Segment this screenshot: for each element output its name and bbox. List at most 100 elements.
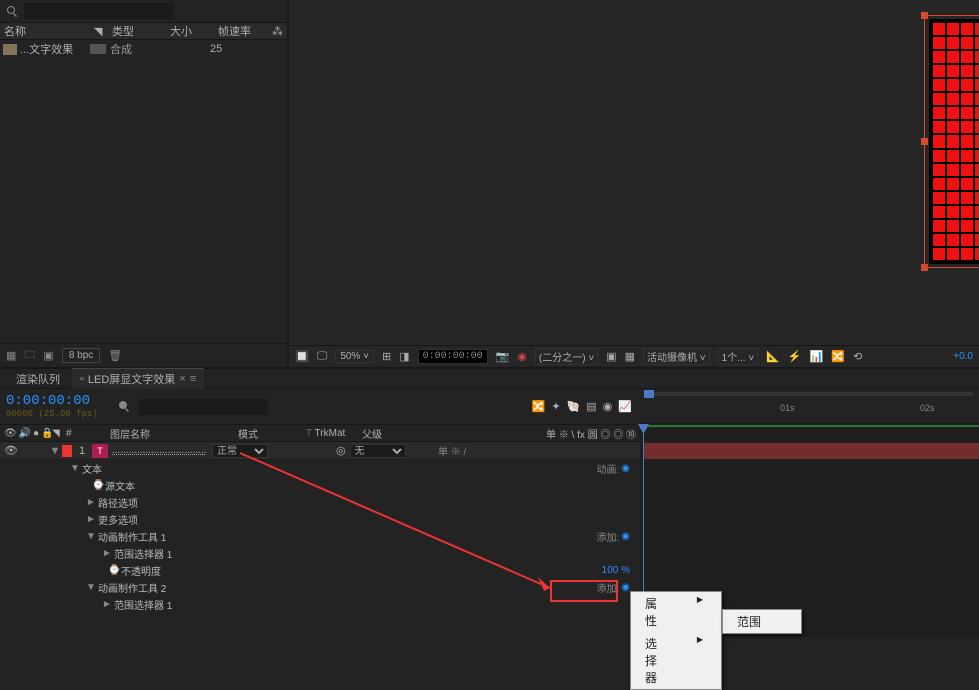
panel-menu-icon[interactable]: ⁂ [268, 25, 287, 38]
reset-exposure-icon[interactable]: ⟲ [853, 350, 862, 363]
col-size[interactable]: 大小 [166, 23, 214, 39]
exposure-value[interactable]: +0.0 [953, 351, 973, 362]
twirl-icon[interactable]: ► [100, 548, 114, 559]
col-name[interactable]: 名称 [0, 23, 90, 39]
hide-shy-icon[interactable]: 🐚 [567, 400, 581, 413]
twirl-icon[interactable]: ▼ [84, 531, 98, 542]
speaker-column-icon[interactable]: 🔊 [19, 428, 31, 439]
snapshot-icon[interactable]: 📷 [496, 350, 510, 363]
prop-text-group[interactable]: ▼ 文本 动画:◉ [0, 460, 640, 477]
prop-source-text[interactable]: ⌚ 源文本 [0, 477, 640, 494]
transparency-grid-icon[interactable]: ▦ [625, 350, 635, 363]
prop-range-selector-1[interactable]: ► 范围选择器 1 [0, 545, 640, 562]
layer-name[interactable]: .................................. [108, 445, 212, 456]
new-comp-icon[interactable]: ▣ [43, 349, 53, 362]
item-label[interactable] [90, 44, 106, 54]
prop-animator-2[interactable]: ▼ 动画制作工具 2 添加:◉ [0, 579, 640, 596]
search-icon [6, 5, 18, 17]
scale-handle[interactable] [921, 264, 928, 271]
text-layer-icon: T [92, 444, 108, 458]
time-ruler[interactable]: 01s 02s [640, 389, 979, 424]
project-item-row[interactable]: ...文字效果 合成 25 [0, 40, 287, 58]
comp-mini-flowchart-icon[interactable]: 🔀 [532, 400, 546, 413]
motion-blur-icon[interactable]: ◉ [603, 400, 613, 413]
work-area-handle[interactable] [644, 390, 654, 398]
mask-toggle-icon[interactable]: ◨ [399, 350, 409, 363]
add-menu-icon[interactable]: ◉ [621, 582, 630, 593]
twirl-icon[interactable]: ► [84, 514, 98, 525]
interpret-icon[interactable]: ▦ [6, 349, 16, 362]
layer-switches[interactable]: 单 ※ / [438, 443, 466, 458]
graph-editor-icon[interactable]: 📈 [618, 400, 632, 413]
flowchart-icon[interactable]: 🔀 [831, 350, 845, 363]
timecode-display[interactable]: 0:00:00:00 00000 (25.00 fps) [0, 389, 112, 424]
layer-label-color[interactable] [62, 445, 72, 457]
camera-dropdown[interactable]: 活动摄像机 ˅ [643, 348, 710, 365]
parent-dropdown[interactable]: 无 [350, 444, 406, 458]
close-icon[interactable]: × [179, 373, 185, 385]
layer-row-1[interactable]: 👁 ▼ 1 T ................................… [0, 442, 640, 460]
visibility-toggle[interactable]: 👁 [4, 444, 18, 457]
safe-zones-icon[interactable]: ⊞ [382, 350, 391, 363]
col-tag[interactable]: ◥ [90, 25, 108, 38]
stopwatch-icon[interactable]: ⌚ [92, 480, 102, 491]
project-search-input[interactable] [24, 3, 174, 19]
col-parent[interactable]: 父级 [358, 426, 458, 441]
frame-blend-icon[interactable]: ▤ [586, 400, 596, 413]
col-fps[interactable]: 帧速率 [214, 23, 255, 39]
menu-item-selector[interactable]: 选择器▶ [631, 632, 721, 689]
twirl-icon[interactable]: ▼ [48, 445, 62, 457]
col-mode[interactable]: 模式 [234, 426, 302, 441]
pickwhip-icon[interactable]: ◎ [336, 444, 346, 458]
roi-icon[interactable]: ▣ [606, 350, 616, 363]
project-footer: ▦ 🗀 ▣ 8 bpc 🗑 [0, 343, 287, 367]
work-area-bar[interactable] [644, 425, 979, 427]
magnify-icon[interactable]: 🔲 [295, 350, 309, 363]
tab-menu-icon[interactable]: ≡ [190, 373, 196, 385]
views-dropdown[interactable]: 1个... ˅ [718, 348, 759, 365]
monitor-icon[interactable]: 🖵 [317, 350, 328, 363]
prop-range-selector-2[interactable]: ► 范围选择器 1 [0, 596, 640, 613]
add-menu-icon[interactable]: ◉ [621, 531, 630, 542]
prop-path-options[interactable]: ► 路径选项 [0, 494, 640, 511]
col-type[interactable]: 类型 [108, 23, 166, 39]
twirl-icon[interactable]: ▼ [68, 463, 82, 474]
eye-column-icon[interactable]: 👁 [4, 428, 17, 439]
animate-menu-icon[interactable]: ◉ [621, 463, 630, 474]
col-index[interactable]: # [62, 428, 106, 439]
folder-icon[interactable]: 🗀 [24, 346, 35, 365]
solo-column-icon[interactable]: ● [33, 428, 39, 439]
tab-composition[interactable]: ▫ LED屏显文字效果 × ≡ [72, 368, 204, 389]
col-layer-name[interactable]: 图层名称 [106, 426, 234, 441]
menu-item-range[interactable]: 范围 [723, 610, 801, 633]
stopwatch-icon[interactable]: ⌚ [108, 565, 118, 576]
twirl-icon[interactable]: ► [100, 599, 114, 610]
current-time[interactable]: 0:00:00:00 [418, 349, 488, 364]
viewer-canvas[interactable]: ✦ [289, 0, 979, 345]
bpc-button[interactable]: 8 bpc [62, 348, 100, 363]
selection-edge [924, 15, 979, 16]
pixel-aspect-icon[interactable]: 📐 [766, 350, 780, 363]
prop-more-options[interactable]: ► 更多选项 [0, 511, 640, 528]
scale-handle[interactable] [921, 12, 928, 19]
prop-animator-1[interactable]: ▼ 动画制作工具 1 添加:◉ [0, 528, 640, 545]
timeline-icon[interactable]: 📊 [810, 350, 824, 363]
fast-preview-icon[interactable]: ⚡ [788, 350, 802, 363]
opacity-value[interactable]: 100 % [602, 565, 640, 576]
resolution-dropdown[interactable]: (二分之一) ˅ [535, 348, 598, 365]
blend-mode-dropdown[interactable]: 正常 [212, 444, 268, 458]
zoom-dropdown[interactable]: 50% ˅ [335, 350, 374, 363]
scale-handle[interactable] [921, 138, 928, 145]
layer-duration-bar[interactable] [644, 443, 979, 459]
timeline-search-input[interactable] [138, 399, 268, 415]
twirl-icon[interactable]: ► [84, 497, 98, 508]
label-column[interactable]: ◥ [48, 428, 62, 439]
twirl-icon[interactable]: ▼ [84, 582, 98, 593]
menu-item-property[interactable]: 属性▶ [631, 592, 721, 632]
draft-3d-icon[interactable]: ✦ [551, 400, 560, 413]
led-text-layer[interactable] [929, 19, 979, 264]
trash-icon[interactable]: 🗑 [108, 349, 122, 362]
tab-render-queue[interactable]: 渲染队列 [8, 369, 68, 389]
prop-opacity[interactable]: ⌚ 不透明度 100 % [0, 562, 640, 579]
show-channel-icon[interactable]: ◉ [517, 350, 527, 363]
